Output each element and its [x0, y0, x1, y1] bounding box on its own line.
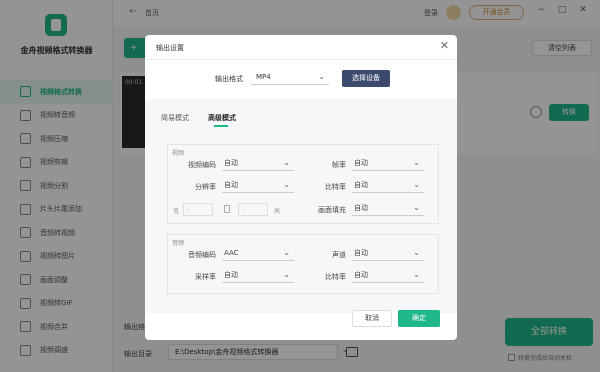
channel-select[interactable]: 自动 ⌄ [352, 247, 424, 261]
output-format-value: MP4 [256, 73, 271, 81]
chevron-down-icon: ⌄ [283, 158, 290, 167]
chevron-down-icon: ⌄ [413, 158, 420, 167]
output-settings-dialog: 输出设置 ✕ 输出格式 MP4 ⌄ 选择设备 简易模式 高级模式 视频 视频编码 … [145, 35, 457, 340]
height-label: 高 [274, 208, 281, 215]
audio-bitrate-value: 自动 [354, 271, 368, 279]
lock-icon[interactable] [224, 205, 230, 213]
tab-advanced-mode[interactable]: 高级模式 [208, 113, 236, 123]
sample-rate-label: 采样率 [195, 273, 216, 281]
audio-bitrate-label: 比特率 [325, 273, 346, 281]
audio-codec-value: AAC [224, 249, 239, 257]
divider [145, 59, 457, 60]
fill-label: 画面填充 [318, 206, 346, 214]
resolution-select[interactable]: 自动 ⌄ [222, 179, 294, 193]
dialog-title: 输出设置 [156, 44, 184, 52]
video-bitrate-select[interactable]: 自动 ⌄ [352, 179, 424, 193]
fps-value: 自动 [354, 159, 368, 167]
video-section: 视频 视频编码 自动 ⌄ 帧率 自动 ⌄ 分辨率 自动 ⌄ 比特率 自动 ⌄ 宽 - -… [167, 144, 439, 224]
chevron-down-icon: ⌄ [283, 248, 290, 257]
output-format-label: 输出格式 [215, 75, 243, 83]
video-codec-label: 视频编码 [188, 161, 216, 169]
video-codec-value: 自动 [224, 159, 238, 167]
resolution-label: 分辨率 [195, 183, 216, 191]
sample-rate-value: 自动 [224, 271, 238, 279]
fill-select[interactable]: 自动 ⌄ [352, 202, 424, 216]
chevron-down-icon: ⌄ [283, 180, 290, 189]
video-bitrate-value: 自动 [354, 181, 368, 189]
audio-codec-select[interactable]: AAC ⌄ [222, 247, 294, 261]
cancel-button[interactable]: 取消 [352, 310, 392, 327]
app-window: 金舟视频格式转换器 视频格式转换 视频转音频 视频压缩 视频剪辑 视频分割 片头… [0, 0, 600, 372]
chevron-down-icon: ⌄ [413, 248, 420, 257]
fps-label: 帧率 [332, 161, 346, 169]
chevron-down-icon: ⌄ [413, 180, 420, 189]
channel-value: 自动 [354, 249, 368, 257]
video-section-label: 视频 [172, 150, 185, 157]
chevron-down-icon: ⌄ [413, 270, 420, 279]
close-icon[interactable]: ✕ [440, 39, 449, 52]
height-input[interactable]: - [238, 203, 268, 216]
audio-section: 音频 音频编码 AAC ⌄ 声道 自动 ⌄ 采样率 自动 ⌄ 比特率 自动 ⌄ [167, 234, 439, 294]
settings-panel: 简易模式 高级模式 视频 视频编码 自动 ⌄ 帧率 自动 ⌄ 分辨率 自动 ⌄ 比特率… [145, 99, 457, 313]
video-bitrate-label: 比特率 [325, 183, 346, 191]
chevron-down-icon: ⌄ [318, 72, 325, 81]
select-device-button[interactable]: 选择设备 [342, 70, 390, 87]
output-format-select[interactable]: MP4 ⌄ [251, 70, 329, 85]
fill-value: 自动 [354, 204, 368, 212]
fps-select[interactable]: 自动 ⌄ [352, 157, 424, 171]
resolution-value: 自动 [224, 181, 238, 189]
video-codec-select[interactable]: 自动 ⌄ [222, 157, 294, 171]
sample-rate-select[interactable]: 自动 ⌄ [222, 269, 294, 283]
channel-label: 声道 [332, 251, 346, 259]
confirm-button[interactable]: 确定 [398, 310, 440, 327]
audio-codec-label: 音频编码 [188, 251, 216, 259]
chevron-down-icon: ⌄ [283, 270, 290, 279]
tab-underline [214, 125, 228, 127]
chevron-down-icon: ⌄ [413, 203, 420, 212]
audio-bitrate-select[interactable]: 自动 ⌄ [352, 269, 424, 283]
width-input[interactable]: - [183, 203, 213, 216]
width-label: 宽 [173, 208, 180, 215]
tab-simple-mode[interactable]: 简易模式 [161, 113, 189, 123]
audio-section-label: 音频 [172, 240, 185, 247]
